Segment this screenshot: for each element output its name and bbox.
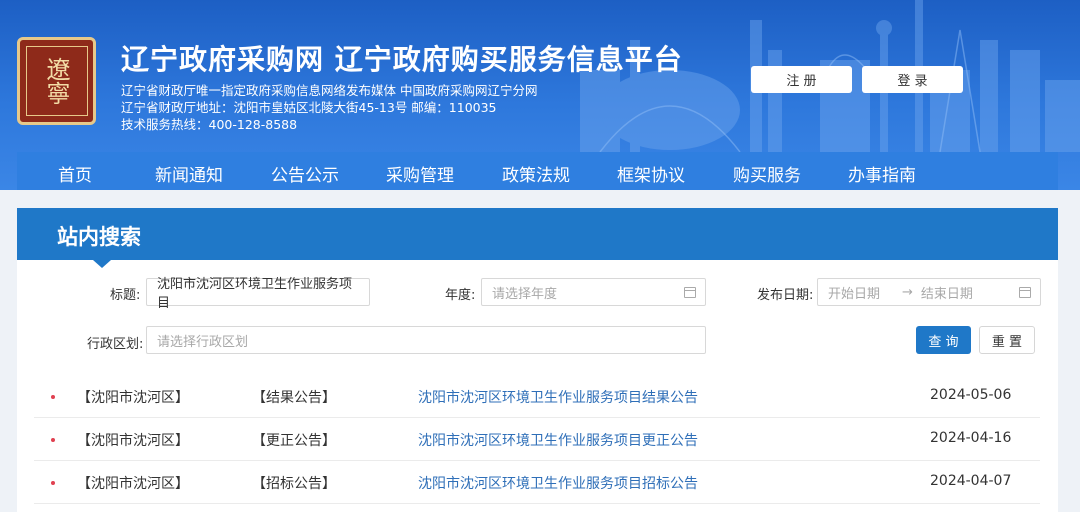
result-row[interactable]: 【沈阳市沈河区】 【招标公告】 沈阳市沈河区环境卫生作业服务项目招标公告 202… — [34, 461, 1040, 504]
title-input[interactable]: 沈阳市沈河区环境卫生作业服务项目 — [146, 277, 370, 311]
calendar-icon — [684, 287, 696, 298]
search-panel-title: 站内搜索 — [57, 225, 141, 249]
result-title-link[interactable]: 沈阳市沈河区环境卫生作业服务项目结果公告 — [418, 387, 698, 407]
panel-notch — [93, 260, 111, 268]
result-type: 【招标公告】 — [252, 476, 336, 492]
result-row[interactable]: 【沈阳市沈河区】 【结果公告】 沈阳市沈河区环境卫生作业服务项目结果公告 202… — [34, 375, 1040, 418]
result-date: 2024-04-07 — [930, 473, 1012, 489]
bullet-icon — [51, 438, 55, 442]
start-date-placeholder: 开始日期 — [828, 286, 881, 302]
header-hotline-line: 技术服务热线：400-128-8588 — [121, 117, 298, 132]
site-logo[interactable]: 遼寧 — [17, 37, 96, 125]
result-region: 【沈阳市沈河区】 — [77, 476, 189, 492]
site-title: 辽宁政府采购网 辽宁政府购买服务信息平台 — [121, 43, 683, 76]
bullet-icon — [51, 481, 55, 485]
site-header: 遼寧 辽宁政府采购网 辽宁政府购买服务信息平台 辽宁省财政厅唯一指定政府采购信息… — [0, 0, 1080, 190]
nav-item-announcements[interactable]: 公告公示 — [271, 161, 339, 186]
result-row[interactable]: 【沈阳市沈河区】 【更正公告】 沈阳市沈河区环境卫生作业服务项目更正公告 202… — [34, 418, 1040, 461]
calendar-icon — [1019, 287, 1031, 298]
region-label: 行政区划: — [87, 337, 144, 352]
main-nav: 首页 新闻通知 公告公示 采购管理 政策法规 框架协议 购买服务 办事指南 — [17, 152, 1058, 190]
nav-item-news[interactable]: 新闻通知 — [155, 161, 223, 186]
result-date: 2024-04-16 — [930, 430, 1012, 446]
result-type: 【更正公告】 — [252, 433, 336, 449]
title-label: 标题: — [110, 288, 141, 303]
nav-item-guide[interactable]: 办事指南 — [848, 161, 916, 186]
register-button[interactable]: 注 册 — [751, 66, 852, 93]
search-panel-header: 站内搜索 — [17, 208, 1058, 260]
result-date: 2024-05-06 — [930, 387, 1012, 403]
result-type: 【结果公告】 — [252, 390, 336, 406]
nav-item-services[interactable]: 购买服务 — [733, 161, 801, 186]
result-region: 【沈阳市沈河区】 — [77, 433, 189, 449]
result-title-link[interactable]: 沈阳市沈河区环境卫生作业服务项目招标公告 — [418, 473, 698, 493]
year-placeholder: 请选择年度 — [492, 286, 558, 302]
end-date-placeholder: 结束日期 — [920, 286, 973, 302]
region-placeholder: 请选择行政区划 — [157, 334, 249, 350]
nav-item-home[interactable]: 首页 — [58, 161, 92, 186]
result-title-link[interactable]: 沈阳市沈河区环境卫生作业服务项目更正公告 — [418, 430, 698, 450]
bullet-icon — [51, 395, 55, 399]
login-button[interactable]: 登 录 — [862, 66, 963, 93]
date-label: 发布日期: — [757, 288, 814, 303]
search-panel: 站内搜索 标题: 沈阳市沈河区环境卫生作业服务项目 年度: 请选择年度 发布日期… — [17, 208, 1058, 512]
result-region: 【沈阳市沈河区】 — [77, 390, 189, 406]
region-select[interactable]: 请选择行政区划 — [146, 326, 706, 354]
query-button[interactable]: 查 询 — [916, 326, 971, 354]
date-range-picker[interactable]: 开始日期 → 结束日期 — [817, 278, 1041, 306]
nav-item-policies[interactable]: 政策法规 — [502, 161, 570, 186]
year-label: 年度: — [445, 288, 476, 303]
title-input-value: 沈阳市沈河区环境卫生作业服务项目 — [157, 277, 353, 311]
nav-item-procurement[interactable]: 采购管理 — [386, 161, 454, 186]
year-select[interactable]: 请选择年度 — [481, 278, 706, 306]
nav-item-framework[interactable]: 框架协议 — [617, 161, 685, 186]
arrow-right-icon: → — [902, 284, 913, 300]
reset-button[interactable]: 重 置 — [979, 326, 1035, 354]
logo-text: 遼寧 — [42, 57, 70, 105]
